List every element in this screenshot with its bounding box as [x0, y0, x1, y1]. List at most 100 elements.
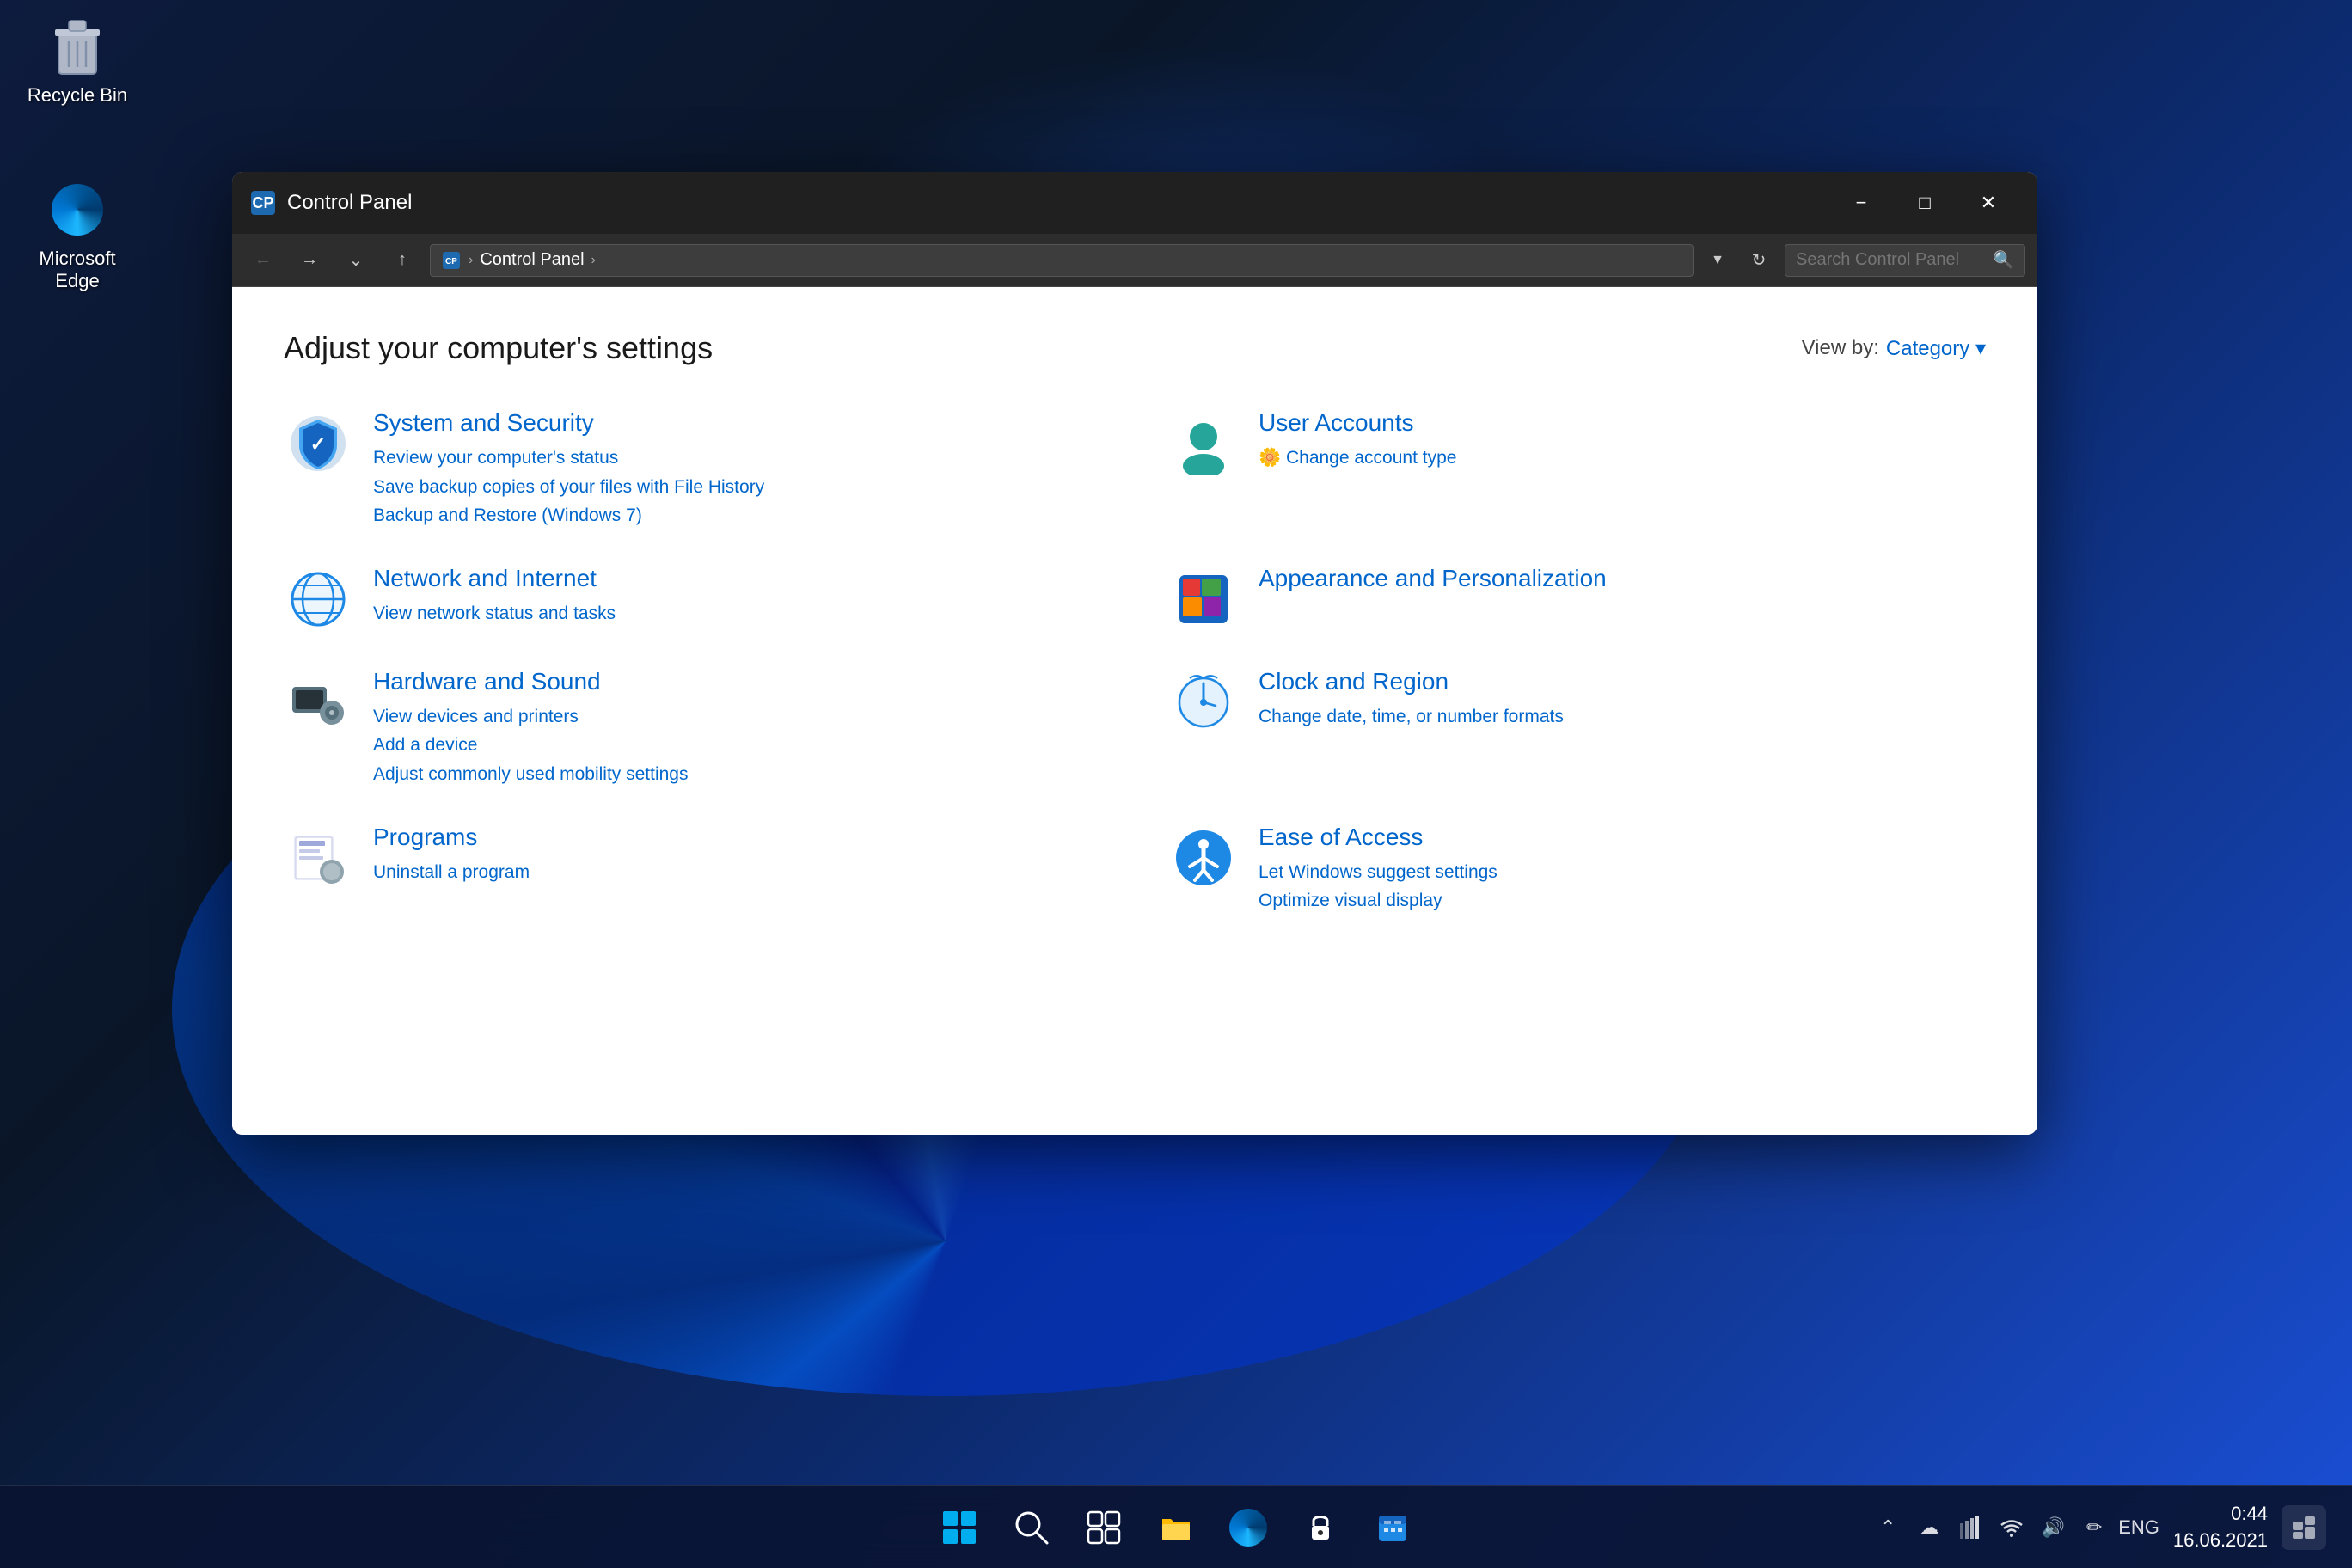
control-panel-window: CP Control Panel − □ ✕ ← → ⌄ ↑ CP › Cont…: [232, 172, 2037, 1135]
ease-of-access-link-2[interactable]: Optimize visual display: [1259, 886, 1986, 916]
search-icon: 🔍: [1993, 249, 2014, 271]
back-button[interactable]: ←: [244, 242, 282, 279]
ease-of-access-title[interactable]: Ease of Access: [1259, 824, 1986, 851]
hardware-sound-link-3[interactable]: Adjust commonly used mobility settings: [373, 760, 1100, 789]
volume-icon[interactable]: 🔊: [2036, 1510, 2070, 1545]
network-tray-icon[interactable]: [1953, 1510, 1988, 1545]
network-internet-link-1[interactable]: View network status and tasks: [373, 599, 1100, 628]
breadcrumb-arrow: ›: [469, 253, 473, 268]
appearance-content: Appearance and Personalization: [1259, 565, 1986, 599]
cloud-icon[interactable]: ☁: [1912, 1510, 1946, 1545]
user-accounts-title[interactable]: User Accounts: [1259, 409, 1986, 437]
edge-taskbar-button[interactable]: [1221, 1500, 1276, 1555]
network-icon: [1959, 1516, 1981, 1539]
user-accounts-link-1[interactable]: 🌼 Change account type: [1259, 444, 1986, 473]
category-programs: Programs Uninstall a program: [284, 824, 1100, 916]
windows-logo-icon: [941, 1510, 977, 1546]
breadcrumb-text: Control Panel: [480, 250, 584, 270]
calendar-button[interactable]: [1365, 1500, 1420, 1555]
title-bar: CP Control Panel − □ ✕: [232, 172, 2037, 234]
language-button[interactable]: ENG: [2118, 1516, 2159, 1539]
hardware-sound-icon: [284, 668, 352, 737]
programs-link-1[interactable]: Uninstall a program: [373, 858, 1100, 887]
address-field[interactable]: CP › Control Panel ›: [430, 244, 1694, 277]
programs-content: Programs Uninstall a program: [373, 824, 1100, 887]
network-internet-icon: [284, 565, 352, 634]
file-explorer-button[interactable]: [1148, 1500, 1204, 1555]
system-security-link-1[interactable]: Review your computer's status: [373, 444, 1100, 473]
taskbar: ⌃ ☁: [0, 1485, 2352, 1568]
task-view-button[interactable]: [1076, 1500, 1131, 1555]
edge-image: [46, 179, 108, 241]
calendar-icon: [1374, 1509, 1412, 1547]
address-dropdown[interactable]: ▼: [1702, 244, 1733, 277]
close-button[interactable]: ✕: [1957, 172, 2020, 234]
up-button[interactable]: ↑: [383, 242, 421, 279]
programs-title[interactable]: Programs: [373, 824, 1100, 851]
microsoft-edge-icon[interactable]: Microsoft Edge: [17, 172, 138, 299]
hardware-sound-link-1[interactable]: View devices and printers: [373, 702, 1100, 732]
refresh-button[interactable]: ↻: [1742, 244, 1776, 277]
taskbar-right: ⌃ ☁: [1871, 1501, 2326, 1554]
category-ease-of-access: Ease of Access Let Windows suggest setti…: [1169, 824, 1986, 916]
system-security-icon: ✓: [284, 409, 352, 478]
system-security-link-3[interactable]: Backup and Restore (Windows 7): [373, 501, 1100, 530]
address-cp-icon: CP: [441, 250, 462, 271]
clock-region-link-1[interactable]: Change date, time, or number formats: [1259, 702, 1986, 732]
content-header: Adjust your computer's settings View by:…: [284, 330, 1986, 366]
categories-grid: ✓ System and Security Review your comput…: [284, 409, 1986, 916]
user-accounts-icon: [1169, 409, 1238, 478]
category-appearance: Appearance and Personalization: [1169, 565, 1986, 634]
start-button[interactable]: [932, 1500, 987, 1555]
notification-button[interactable]: [2282, 1505, 2326, 1550]
forward-button[interactable]: →: [291, 242, 328, 279]
breadcrumb-end-arrow: ›: [591, 253, 596, 268]
ease-of-access-icon: [1169, 824, 1238, 892]
svg-text:CP: CP: [252, 194, 273, 211]
minimize-button[interactable]: −: [1829, 172, 1893, 234]
task-view-icon: [1085, 1509, 1123, 1547]
maximize-button[interactable]: □: [1893, 172, 1957, 234]
clock-region-content: Clock and Region Change date, time, or n…: [1259, 668, 1986, 732]
appearance-icon: [1169, 565, 1238, 634]
system-security-title[interactable]: System and Security: [373, 409, 1100, 437]
search-taskbar-icon: [1013, 1509, 1050, 1547]
recycle-bin-icon[interactable]: Recycle Bin: [17, 9, 138, 113]
wifi-icon[interactable]: [1994, 1510, 2029, 1545]
category-hardware-sound: Hardware and Sound View devices and prin…: [284, 668, 1100, 789]
search-input[interactable]: [1796, 250, 1986, 270]
hardware-sound-title[interactable]: Hardware and Sound: [373, 668, 1100, 695]
system-security-link-2[interactable]: Save backup copies of your files with Fi…: [373, 473, 1100, 502]
view-by-value[interactable]: Category ▾: [1886, 336, 1986, 361]
ease-of-access-content: Ease of Access Let Windows suggest setti…: [1259, 824, 1986, 916]
tray-arrow-button[interactable]: ⌃: [1871, 1510, 1905, 1545]
ease-of-access-link-1[interactable]: Let Windows suggest settings: [1259, 858, 1986, 887]
system-tray: ⌃ ☁: [1871, 1510, 2159, 1545]
programs-icon: [284, 824, 352, 892]
appearance-title[interactable]: Appearance and Personalization: [1259, 565, 1986, 592]
category-system-security: ✓ System and Security Review your comput…: [284, 409, 1100, 530]
category-user-accounts: User Accounts 🌼 Change account type: [1169, 409, 1986, 530]
hardware-sound-link-2[interactable]: Add a device: [373, 731, 1100, 760]
dropdown-button[interactable]: ⌄: [337, 242, 375, 279]
search-field[interactable]: 🔍: [1785, 244, 2025, 277]
content-area: Adjust your computer's settings View by:…: [232, 287, 2037, 1135]
category-clock-region: Clock and Region Change date, time, or n…: [1169, 668, 1986, 789]
network-internet-title[interactable]: Network and Internet: [373, 565, 1100, 592]
network-internet-content: Network and Internet View network status…: [373, 565, 1100, 628]
search-taskbar-button[interactable]: [1004, 1500, 1059, 1555]
view-by-section: View by: Category ▾: [1802, 336, 1986, 361]
svg-text:CP: CP: [445, 257, 457, 266]
clock-date: 16.06.2021: [2173, 1528, 2268, 1554]
edge-label: Microsoft Edge: [24, 248, 131, 292]
clock-region-title[interactable]: Clock and Region: [1259, 668, 1986, 695]
system-clock[interactable]: 0:44 16.06.2021: [2173, 1501, 2268, 1554]
clock-region-icon: [1169, 668, 1238, 737]
wifi-icon: [2000, 1516, 2023, 1539]
edge-taskbar-icon: [1229, 1509, 1267, 1547]
window-title: Control Panel: [287, 191, 1819, 215]
pen-icon[interactable]: ✏: [2077, 1510, 2111, 1545]
vpn-icon: [1302, 1509, 1339, 1547]
notification-icon: [2291, 1515, 2317, 1540]
vpn-button[interactable]: [1293, 1500, 1348, 1555]
